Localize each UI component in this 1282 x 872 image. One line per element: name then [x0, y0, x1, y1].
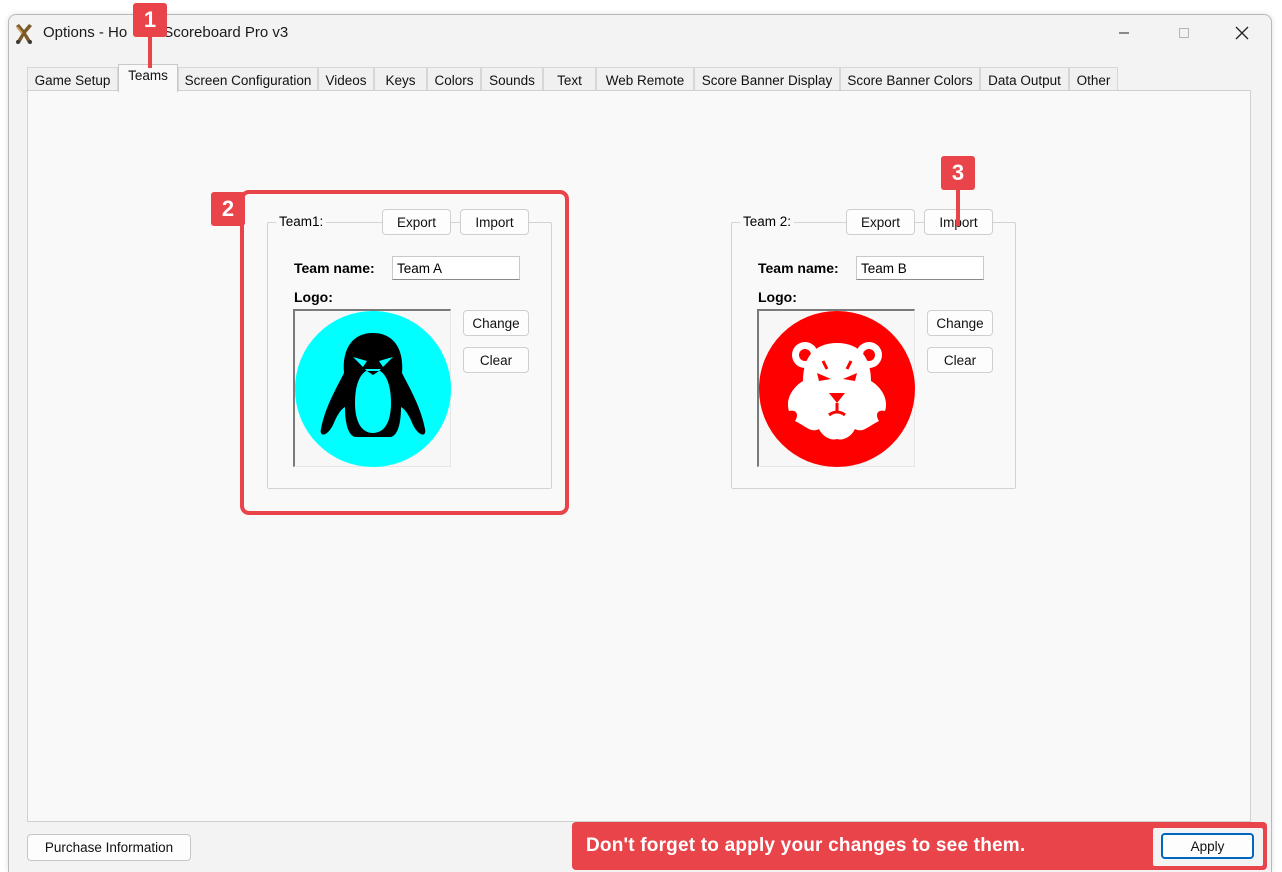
team1-highlight-box: [240, 190, 569, 515]
close-button[interactable]: [1213, 15, 1271, 51]
team2-name-label: Team name:: [758, 260, 839, 276]
close-icon: [1235, 26, 1249, 40]
team2-export-button[interactable]: Export: [846, 209, 915, 235]
team2-logo-change-button[interactable]: Change: [927, 310, 993, 336]
tab-sounds[interactable]: Sounds: [481, 67, 543, 91]
purchase-information-button[interactable]: Purchase Information: [27, 834, 191, 861]
team2-logo-label: Logo:: [758, 289, 797, 305]
tab-colors[interactable]: Colors: [427, 67, 481, 91]
team2-groupbox: Team 2: Export Import Team name: Logo:: [731, 209, 1016, 489]
bear-icon: [759, 311, 915, 467]
options-window: Options - Ho Scoreboard Pro v3 Game Setup…: [8, 14, 1272, 872]
team2-group-label: Team 2:: [740, 214, 795, 229]
tab-text[interactable]: Text: [543, 67, 596, 91]
team2-name-input[interactable]: [856, 256, 984, 280]
tab-data-output[interactable]: Data Output: [980, 67, 1069, 91]
window-title-start: Options - Ho: [43, 24, 128, 41]
tab-score-banner-colors[interactable]: Score Banner Colors: [840, 67, 980, 91]
maximize-icon: [1179, 28, 1189, 38]
title-bar: Options - Ho Scoreboard Pro v3: [9, 15, 1271, 51]
annotation-marker-3-stem: [956, 190, 960, 226]
annotation-marker-3: 3: [941, 156, 975, 190]
team2-logo-box: [757, 309, 915, 467]
minimize-icon: [1119, 32, 1129, 34]
window-title-end: Scoreboard Pro v3: [163, 24, 289, 41]
apply-button[interactable]: Apply: [1161, 833, 1254, 859]
annotation-marker-1-stem: [148, 36, 152, 68]
tab-other[interactable]: Other: [1069, 67, 1118, 91]
tab-game-setup[interactable]: Game Setup: [27, 67, 118, 91]
app-logo-icon: [13, 23, 35, 45]
annotation-marker-2: 2: [211, 192, 245, 226]
team2-logo-clear-button[interactable]: Clear: [927, 347, 993, 373]
tab-teams[interactable]: Teams: [118, 64, 178, 92]
tab-web-remote[interactable]: Web Remote: [596, 67, 694, 91]
maximize-button[interactable]: [1155, 15, 1213, 51]
tab-keys[interactable]: Keys: [374, 67, 427, 91]
tab-score-banner-display[interactable]: Score Banner Display: [694, 67, 840, 91]
minimize-button[interactable]: [1095, 15, 1153, 51]
annotation-marker-1: 1: [133, 3, 167, 37]
apply-reminder-text: Don't forget to apply your changes to se…: [586, 835, 1026, 856]
tab-videos[interactable]: Videos: [318, 67, 374, 91]
apply-button-area: Apply: [1153, 828, 1263, 866]
tab-screen-configuration[interactable]: Screen Configuration: [178, 67, 318, 91]
